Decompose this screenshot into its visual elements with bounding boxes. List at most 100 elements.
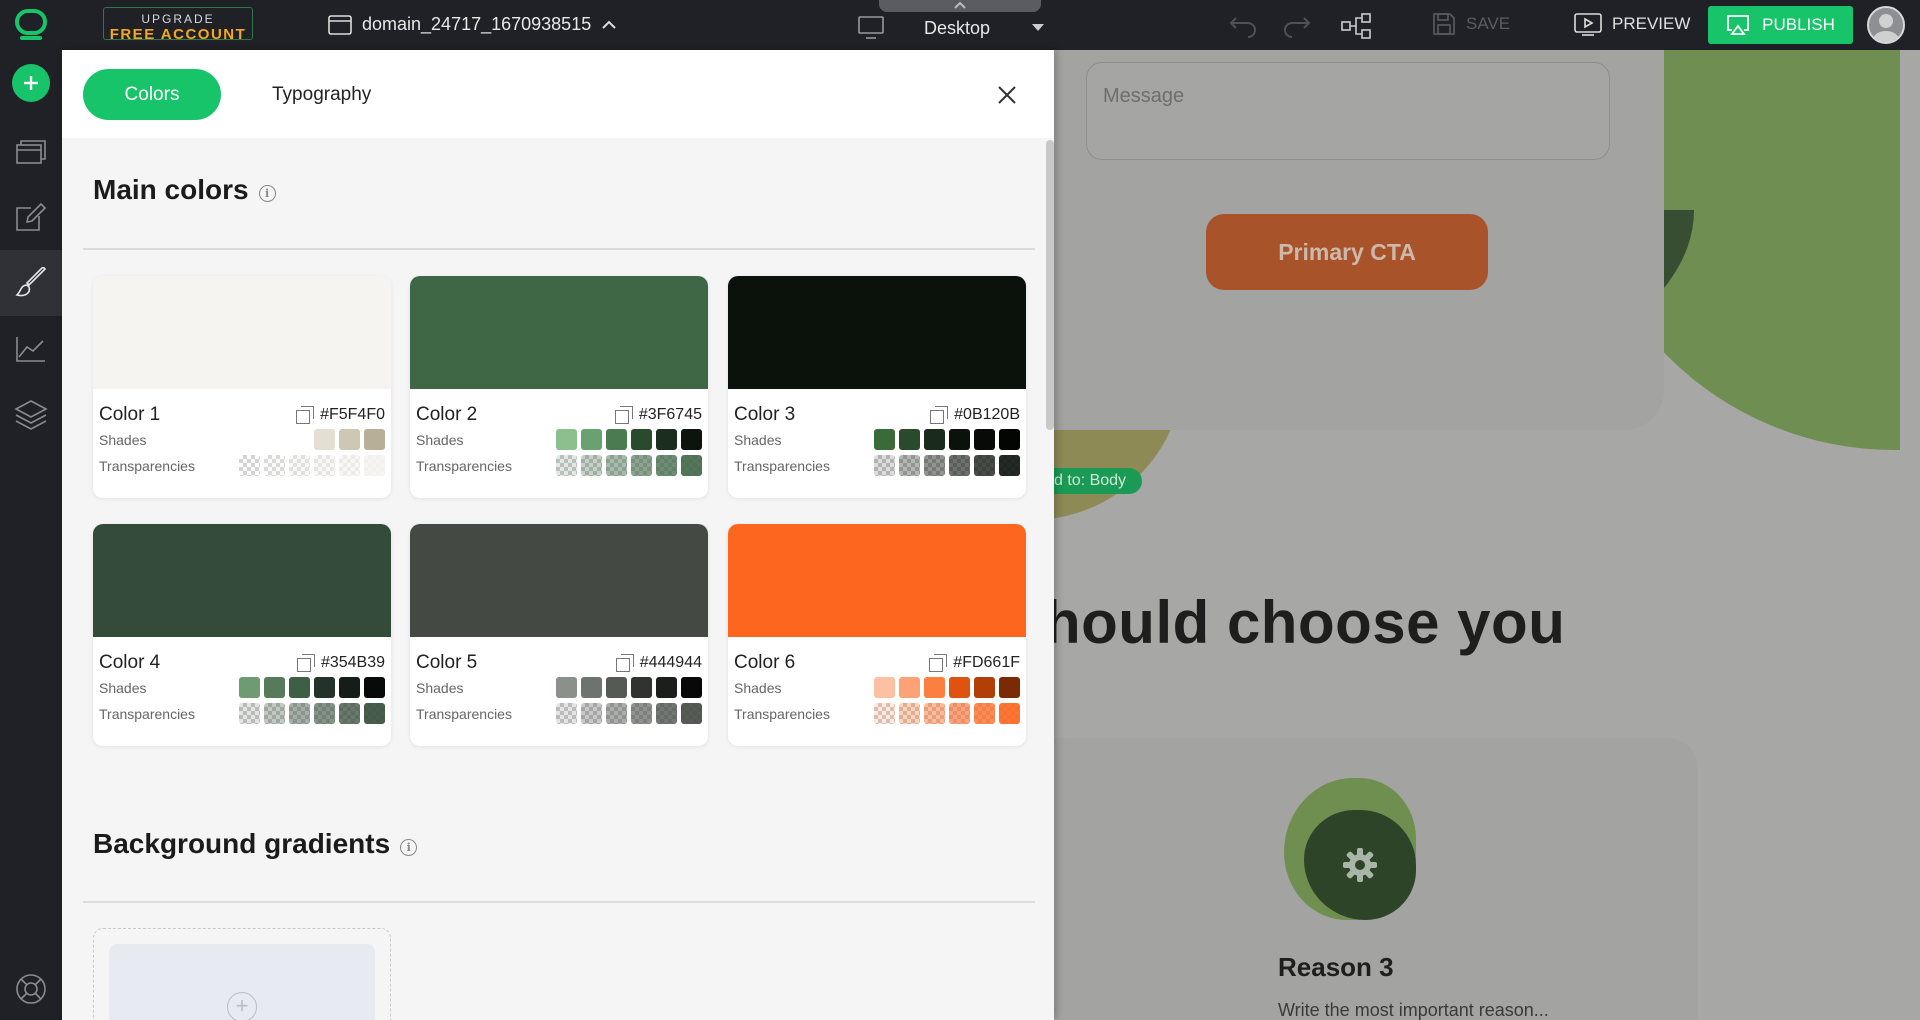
transparency-chip[interactable] <box>974 703 995 724</box>
shade-chip[interactable] <box>899 429 920 450</box>
color-card[interactable]: Color 3 #0B120B Shades Transparencies <box>728 276 1026 498</box>
shade-chip[interactable] <box>364 429 385 450</box>
color-hex-copy[interactable]: #3F6745 <box>614 406 702 424</box>
transparency-chip[interactable] <box>874 455 895 476</box>
shade-chip[interactable] <box>631 429 652 450</box>
tab-colors[interactable]: Colors <box>83 69 221 120</box>
shade-chip[interactable] <box>681 429 702 450</box>
shade-chip[interactable] <box>364 677 385 698</box>
color-swatch[interactable] <box>728 276 1026 389</box>
color-hex-copy[interactable]: #F5F4F0 <box>296 406 385 424</box>
transparency-chip[interactable] <box>681 703 702 724</box>
transparency-chip[interactable] <box>264 455 285 476</box>
shade-chip[interactable] <box>314 677 335 698</box>
shade-chip[interactable] <box>899 677 920 698</box>
upgrade-button[interactable]: UPGRADE FREE ACCOUNT <box>103 7 253 42</box>
transparency-chip[interactable] <box>339 703 360 724</box>
add-gradient-card[interactable]: + <box>93 928 391 1020</box>
transparency-chip[interactable] <box>581 703 602 724</box>
publish-button[interactable]: PUBLISH <box>1708 6 1853 44</box>
shade-chip[interactable] <box>314 429 335 450</box>
color-swatch[interactable] <box>410 276 708 389</box>
shade-chip[interactable] <box>581 677 602 698</box>
transparency-chip[interactable] <box>339 455 360 476</box>
transparency-chip[interactable] <box>949 703 970 724</box>
shade-chip[interactable] <box>949 429 970 450</box>
transparency-chip[interactable] <box>264 703 285 724</box>
transparency-chip[interactable] <box>631 455 652 476</box>
transparency-chip[interactable] <box>606 455 627 476</box>
shade-chip[interactable] <box>606 429 627 450</box>
color-swatch[interactable] <box>93 524 391 637</box>
shade-chip[interactable] <box>974 677 995 698</box>
app-logo-icon[interactable] <box>0 0 62 50</box>
shade-chip[interactable] <box>289 677 310 698</box>
section-headline[interactable]: hould choose you <box>1054 588 1565 657</box>
color-hex-copy[interactable]: #0B120B <box>930 406 1020 424</box>
rail-design-button[interactable] <box>0 250 62 316</box>
color-card[interactable]: Color 6 #FD661F Shades Transparencies <box>728 524 1026 746</box>
avatar[interactable] <box>1867 6 1905 44</box>
transparency-chip[interactable] <box>924 703 945 724</box>
shade-chip[interactable] <box>974 429 995 450</box>
transparency-chip[interactable] <box>364 455 385 476</box>
color-card[interactable]: Color 5 #444944 Shades Transparencies <box>410 524 708 746</box>
sitemap-icon[interactable] <box>1340 12 1372 40</box>
color-card[interactable]: Color 2 #3F6745 Shades Transparencies <box>410 276 708 498</box>
shade-chip[interactable] <box>656 429 677 450</box>
shade-chip[interactable] <box>656 677 677 698</box>
redo-icon[interactable] <box>1282 12 1312 38</box>
info-icon[interactable]: i <box>400 838 418 856</box>
add-element-button[interactable] <box>0 50 62 116</box>
transparency-chip[interactable] <box>239 455 260 476</box>
message-textarea[interactable]: Message <box>1086 62 1610 160</box>
shade-chip[interactable] <box>556 677 577 698</box>
transparency-chip[interactable] <box>556 455 577 476</box>
shade-chip[interactable] <box>924 429 945 450</box>
transparency-chip[interactable] <box>364 703 385 724</box>
rail-pages-button[interactable] <box>0 118 62 184</box>
save-button[interactable]: SAVE <box>1432 12 1510 36</box>
color-swatch[interactable] <box>728 524 1026 637</box>
shade-chip[interactable] <box>264 677 285 698</box>
color-swatch[interactable] <box>410 524 708 637</box>
shade-chip[interactable] <box>631 677 652 698</box>
transparency-chip[interactable] <box>631 703 652 724</box>
transparency-chip[interactable] <box>556 703 577 724</box>
shade-chip[interactable] <box>339 429 360 450</box>
shade-chip[interactable] <box>581 429 602 450</box>
shade-chip[interactable] <box>339 677 360 698</box>
rail-edit-button[interactable] <box>0 184 62 250</box>
device-selector[interactable]: Desktop <box>858 16 1045 40</box>
shade-chip[interactable] <box>999 677 1020 698</box>
transparency-chip[interactable] <box>681 455 702 476</box>
reason-card-3[interactable]: Reason 3 Write the most important reason… <box>1238 738 1698 1020</box>
transparency-chip[interactable] <box>581 455 602 476</box>
transparency-chip[interactable] <box>656 703 677 724</box>
shade-chip[interactable] <box>949 677 970 698</box>
color-swatch[interactable] <box>93 276 391 389</box>
transparency-chip[interactable] <box>974 455 995 476</box>
rail-layers-button[interactable] <box>0 382 62 448</box>
shade-chip[interactable] <box>556 429 577 450</box>
color-hex-copy[interactable]: #FD661F <box>929 654 1020 672</box>
transparency-chip[interactable] <box>314 703 335 724</box>
transparency-chip[interactable] <box>874 703 895 724</box>
transparency-chip[interactable] <box>999 703 1020 724</box>
transparency-chip[interactable] <box>899 703 920 724</box>
rail-help-button[interactable] <box>0 956 62 1020</box>
tab-typography[interactable]: Typography <box>272 69 371 120</box>
rail-analytics-button[interactable] <box>0 316 62 382</box>
shade-chip[interactable] <box>874 429 895 450</box>
canvas-pull-tab[interactable] <box>879 0 1041 12</box>
shade-chip[interactable] <box>681 677 702 698</box>
color-hex-copy[interactable]: #354B39 <box>296 654 385 672</box>
shade-chip[interactable] <box>874 677 895 698</box>
shade-chip[interactable] <box>606 677 627 698</box>
shade-chip[interactable] <box>239 677 260 698</box>
undo-icon[interactable] <box>1228 12 1258 38</box>
shade-chip[interactable] <box>999 429 1020 450</box>
transparency-chip[interactable] <box>239 703 260 724</box>
transparency-chip[interactable] <box>899 455 920 476</box>
transparency-chip[interactable] <box>289 703 310 724</box>
